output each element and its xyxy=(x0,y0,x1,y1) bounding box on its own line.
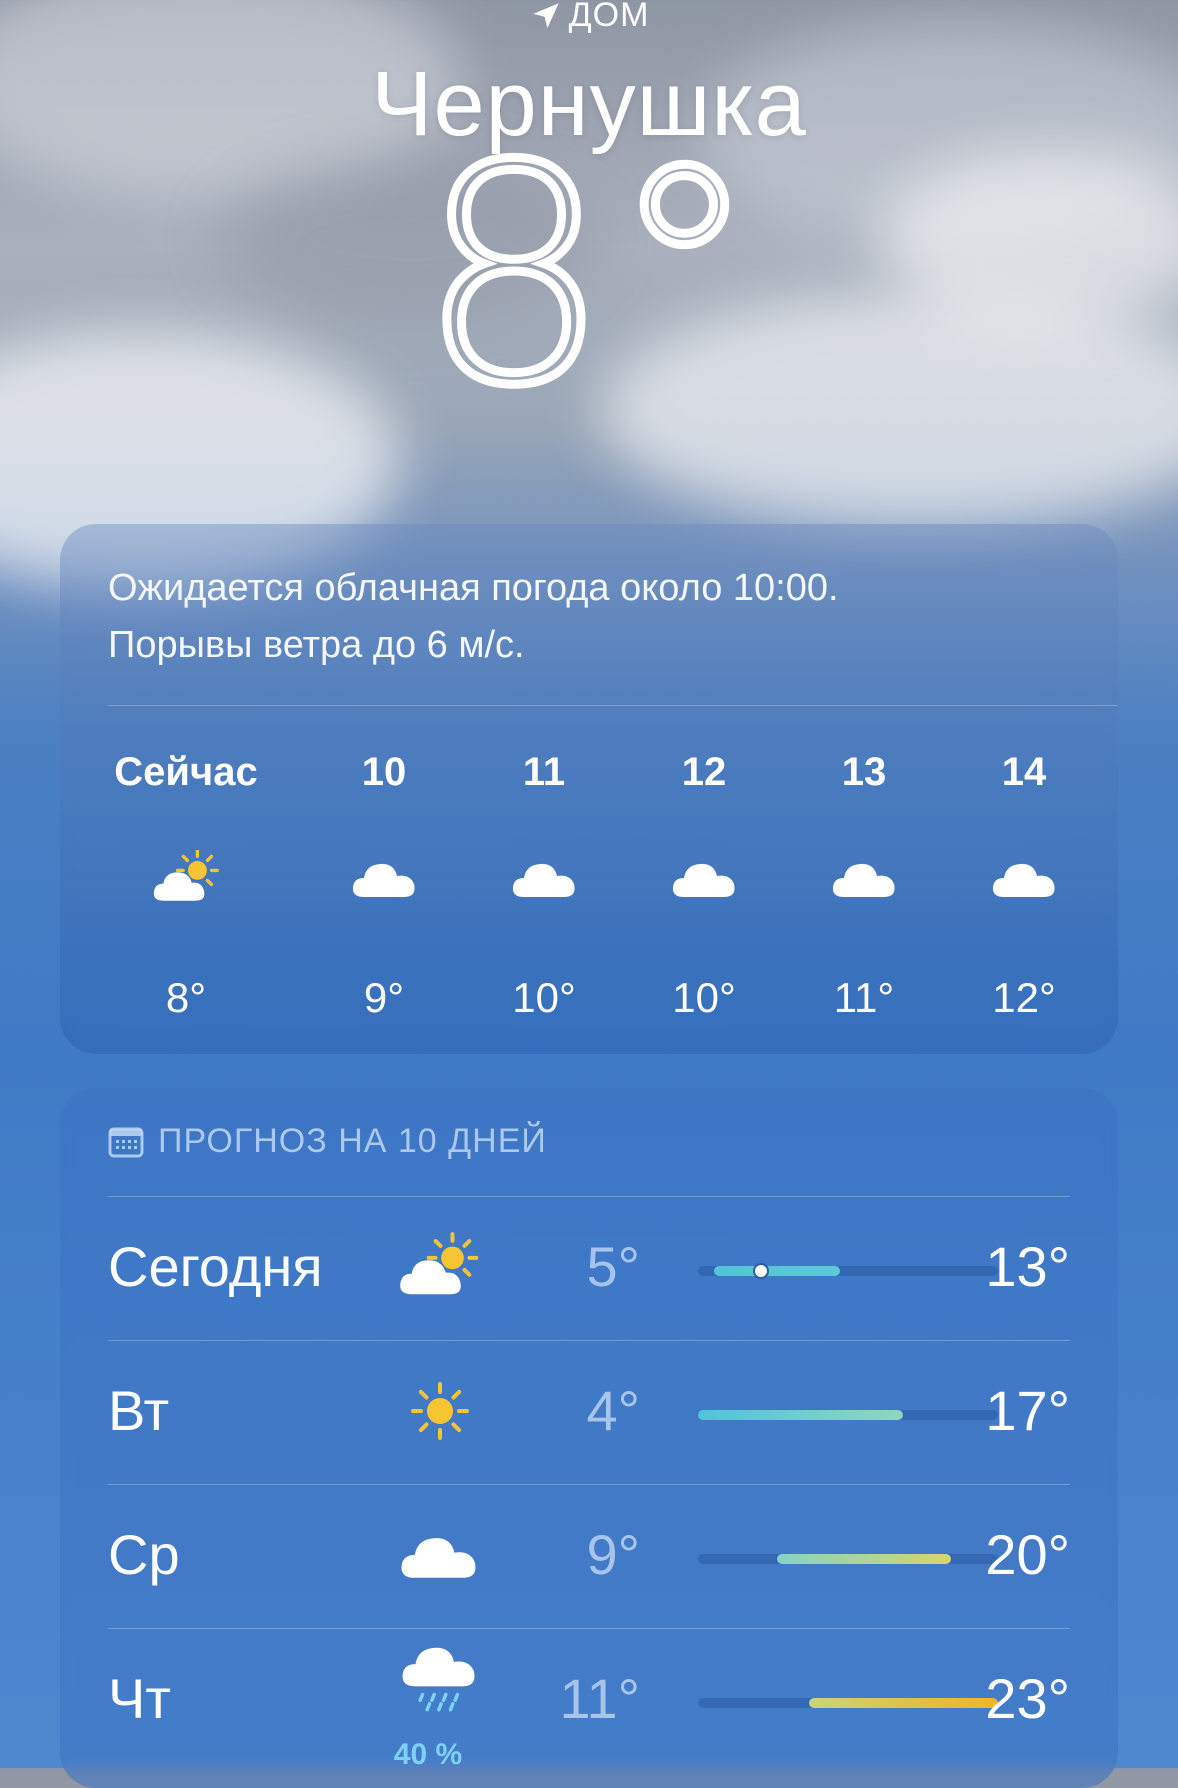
cloud-icon xyxy=(670,850,740,906)
summary-line-1: Ожидается облачная погода около 10:00. xyxy=(108,567,839,609)
day-label: Вт xyxy=(108,1379,170,1442)
temperature-range-bar xyxy=(698,1263,998,1279)
svg-text:8°: 8° xyxy=(439,150,739,410)
cloud-icon xyxy=(830,850,900,906)
hour-label: 14 xyxy=(1001,750,1047,794)
cloud-icon xyxy=(510,850,580,906)
rain-cloud-icon xyxy=(398,1642,482,1712)
temperature-range-fill xyxy=(713,1266,841,1276)
precip-probability: 40 % xyxy=(393,1738,463,1771)
day-label: Сегодня xyxy=(108,1235,323,1298)
cloud-icon xyxy=(398,1520,482,1590)
location-arrow-icon xyxy=(532,3,559,29)
current-temperature: 8° xyxy=(0,150,1178,452)
calendar-icon xyxy=(108,1127,144,1157)
sun-icon xyxy=(398,1376,482,1446)
temperature-range-bar xyxy=(698,1410,998,1420)
temperature-range-fill xyxy=(776,1554,951,1564)
card-divider xyxy=(108,705,1118,706)
high-temperature: 20° xyxy=(985,1523,1070,1586)
hour-temperature: 12° xyxy=(992,974,1056,1021)
weather-summary: Ожидается облачная погода около 10:00. П… xyxy=(108,560,1068,674)
day-label: Ср xyxy=(108,1523,180,1586)
cloud-icon xyxy=(350,850,420,906)
forecast-header: ПРОГНОЗ НА 10 ДНЕЙ xyxy=(108,1122,547,1161)
high-temperature: 23° xyxy=(985,1667,1070,1730)
cloud-icon xyxy=(990,850,1060,906)
partly-sunny-icon xyxy=(398,1232,482,1302)
current-temp-dot xyxy=(753,1263,770,1279)
location-label-row[interactable]: ДОМ xyxy=(0,0,1178,40)
location-label: ДОМ xyxy=(568,0,650,34)
forecast-row[interactable]: Сегодня 5° 13° xyxy=(108,1196,1070,1340)
high-temperature: 13° xyxy=(985,1235,1070,1298)
forecast-row[interactable]: Чт 40 % 11° 23° xyxy=(108,1628,1070,1772)
low-temperature: 9° xyxy=(586,1523,640,1586)
summary-line-2: Порывы ветра до 6 м/с. xyxy=(108,624,525,666)
hour-label: Сейчас xyxy=(114,750,258,794)
high-temperature: 17° xyxy=(985,1379,1070,1442)
temperature-range-fill xyxy=(698,1410,904,1420)
city-name: Чернушка xyxy=(371,53,807,155)
hour-temperature: 8° xyxy=(165,974,207,1021)
partly-sunny-icon xyxy=(152,848,222,906)
low-temperature: 11° xyxy=(559,1667,640,1730)
forecast-row[interactable]: Ср 9° 20° xyxy=(108,1484,1070,1628)
low-temperature: 4° xyxy=(586,1379,640,1442)
temperature-range-bar xyxy=(698,1554,998,1564)
forecast-title: ПРОГНОЗ НА 10 ДНЕЙ xyxy=(158,1122,547,1160)
current-temperature-glyph: 8° xyxy=(439,150,739,410)
low-temperature: 5° xyxy=(586,1235,640,1298)
ten-day-forecast-card[interactable]: ПРОГНОЗ НА 10 ДНЕЙ Сегодня 5° 13° Вт 4° 1… xyxy=(60,1088,1118,1788)
forecast-row[interactable]: Вт 4° 17° xyxy=(108,1340,1070,1484)
temperature-range-fill xyxy=(808,1698,998,1708)
hourly-forecast-card[interactable]: Ожидается облачная погода около 10:00. П… xyxy=(60,524,1118,1054)
temperature-range-bar xyxy=(698,1698,998,1708)
day-label: Чт xyxy=(108,1667,171,1730)
